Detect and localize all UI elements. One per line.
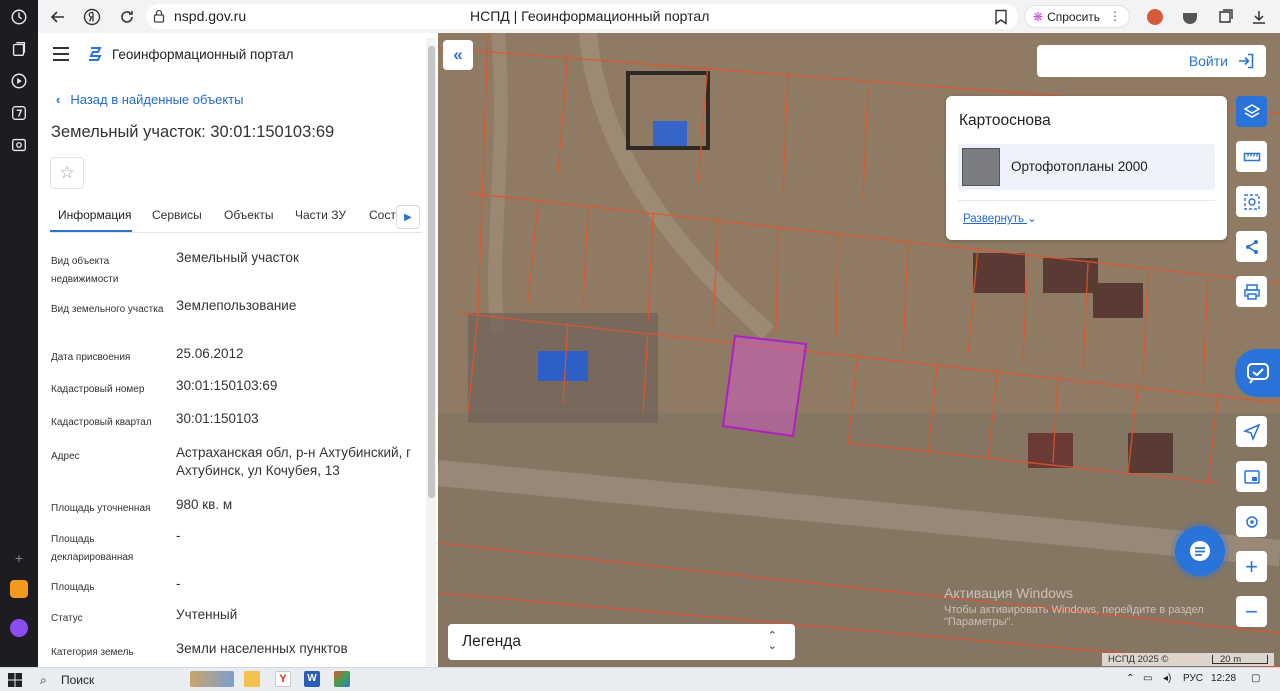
- tabs-icon[interactable]: [1214, 6, 1236, 28]
- history-icon[interactable]: [9, 7, 29, 27]
- seven-icon[interactable]: [9, 103, 29, 123]
- search-icon[interactable]: ⌕: [40, 673, 47, 688]
- file-explorer-icon[interactable]: [244, 671, 260, 687]
- windows-taskbar: ⌕ Поиск Y W ⌃ ▭ ◂) РУС 12:28 ▢: [0, 667, 1280, 691]
- basemap-thumbnail: [962, 148, 1000, 186]
- tray-chevron-icon[interactable]: ⌃: [1126, 673, 1134, 684]
- hamburger-menu-icon[interactable]: [53, 47, 69, 61]
- info-tabs: Информация Сервисы Объекты Части ЗУ Сост…: [50, 203, 422, 233]
- portal-title: Геоинформационный портал: [112, 47, 294, 62]
- area-select-icon[interactable]: [1236, 186, 1267, 217]
- ask-button[interactable]: ❋ Спросить ⋮: [1024, 5, 1130, 28]
- word-icon[interactable]: W: [304, 671, 320, 687]
- downloads-icon[interactable]: [1248, 6, 1270, 28]
- language-indicator[interactable]: РУС: [1183, 673, 1203, 684]
- notifications-icon[interactable]: ▢: [1251, 673, 1260, 684]
- clock[interactable]: 12:28: [1211, 673, 1236, 684]
- extension-avatar-icon[interactable]: [1144, 6, 1166, 28]
- navigate-icon[interactable]: [1236, 416, 1267, 447]
- zoom-in-icon[interactable]: +: [1236, 551, 1267, 582]
- shield-icon[interactable]: [1179, 6, 1201, 28]
- scrollbar-thumb[interactable]: [428, 46, 435, 498]
- activation-watermark-text: Чтобы активировать Windows, перейдите в …: [944, 604, 1204, 628]
- expand-basemaps-link[interactable]: Развернуть ⌄: [963, 211, 1037, 225]
- zoom-out-icon[interactable]: −: [1236, 596, 1267, 627]
- active-tab-indicator: [50, 230, 132, 232]
- winrar-icon[interactable]: [334, 671, 350, 687]
- chevron-updown-icon: ⌃ ⌄: [767, 630, 777, 652]
- windows-start-icon[interactable]: [8, 673, 22, 687]
- basemap-panel: Картооснова Ортофотопланы 2000 Развернут…: [946, 96, 1227, 240]
- activation-watermark-title: Активация Windows: [944, 585, 1074, 601]
- back-to-results-link[interactable]: ‹ Назад в найденные объекты: [56, 92, 243, 107]
- ask-icon: ❋: [1033, 9, 1044, 24]
- legend-dropdown[interactable]: Легенда ⌃ ⌄: [448, 624, 795, 660]
- add-icon[interactable]: +: [9, 548, 29, 568]
- ruler-icon[interactable]: [1236, 141, 1267, 172]
- tab-services[interactable]: Сервисы: [152, 208, 202, 222]
- site-info-icon[interactable]: [148, 5, 170, 27]
- basemap-title: Картооснова: [959, 112, 1051, 129]
- print-icon[interactable]: [1236, 276, 1267, 307]
- favorite-star-icon[interactable]: ☆: [50, 157, 84, 189]
- basemap-option-selected[interactable]: Ортофотопланы 2000: [958, 144, 1215, 190]
- login-icon: [1239, 53, 1254, 69]
- mail-app-icon[interactable]: [9, 579, 29, 599]
- page-title: НСПД | Геоинформационный портал: [470, 8, 710, 24]
- map-copyright: НСПД 2025 © 20 m: [1102, 653, 1274, 666]
- url-text[interactable]: nspd.gov.ru: [174, 8, 246, 24]
- share-icon[interactable]: [1236, 231, 1267, 262]
- alice-icon[interactable]: [9, 618, 29, 638]
- collapse-panel-icon[interactable]: «: [443, 40, 473, 70]
- divider: [958, 200, 1215, 201]
- back-arrow-icon[interactable]: [47, 6, 69, 28]
- tab-info[interactable]: Информация: [58, 208, 131, 222]
- chevron-down-icon: ⌄: [1027, 213, 1037, 225]
- chevron-left-icon: ‹: [56, 92, 61, 107]
- video-icon[interactable]: [9, 71, 29, 91]
- chat-bot-tab-icon[interactable]: [1235, 349, 1280, 397]
- bookmark-icon[interactable]: [990, 6, 1012, 28]
- yandex-browser-icon[interactable]: Y: [275, 671, 291, 687]
- object-title: Земельный участок: 30:01:150103:69: [51, 123, 335, 141]
- minimap-icon[interactable]: [1236, 461, 1267, 492]
- taskbar-search[interactable]: Поиск: [61, 673, 94, 687]
- tab-objects[interactable]: Объекты: [224, 208, 274, 222]
- tabs-scroll-right-icon[interactable]: ▶: [396, 205, 420, 229]
- tab-parts[interactable]: Части ЗУ: [295, 208, 346, 222]
- collections-icon[interactable]: [9, 39, 29, 59]
- reload-icon[interactable]: [116, 6, 138, 28]
- browser-sidebar: +: [0, 0, 38, 667]
- yandex-logo-icon[interactable]: [81, 6, 103, 28]
- search-highlight-image[interactable]: [190, 671, 234, 687]
- network-icon[interactable]: ▭: [1143, 673, 1152, 684]
- selected-parcel: [721, 334, 808, 438]
- login-button[interactable]: Войти: [1037, 45, 1266, 77]
- layers-icon[interactable]: [1236, 96, 1267, 127]
- locate-icon[interactable]: [1236, 506, 1267, 537]
- volume-icon[interactable]: ◂): [1163, 673, 1171, 684]
- more-icon[interactable]: ⋮: [1109, 9, 1121, 23]
- portal-logo-icon: [88, 46, 104, 62]
- screenshot-icon[interactable]: [9, 135, 29, 155]
- chat-icon[interactable]: [1175, 526, 1225, 576]
